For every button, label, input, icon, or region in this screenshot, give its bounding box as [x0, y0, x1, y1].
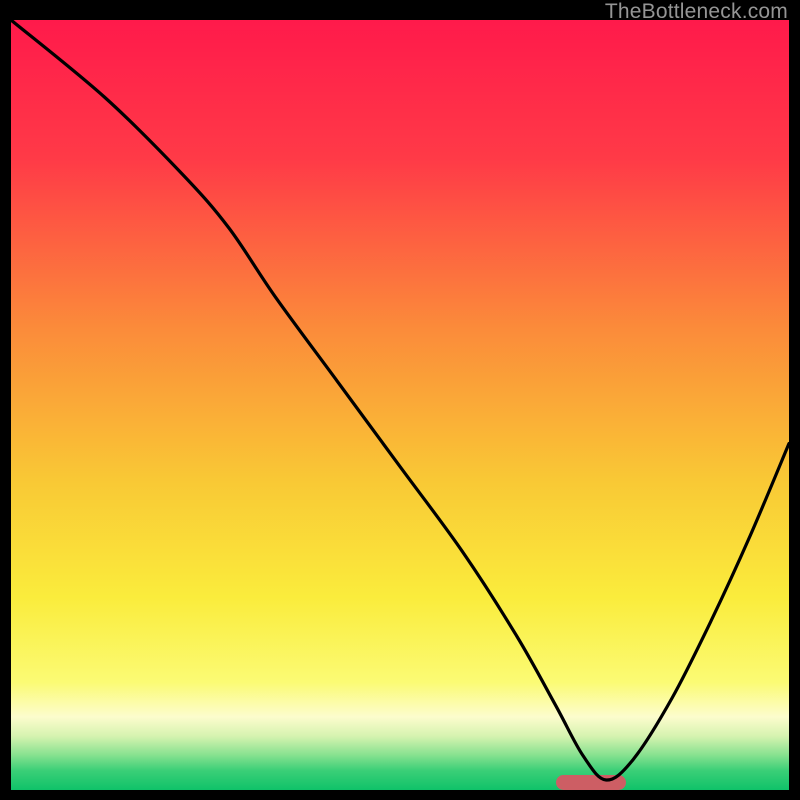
watermark-text: TheBottleneck.com — [605, 0, 788, 24]
bottleneck-curve — [11, 20, 789, 790]
